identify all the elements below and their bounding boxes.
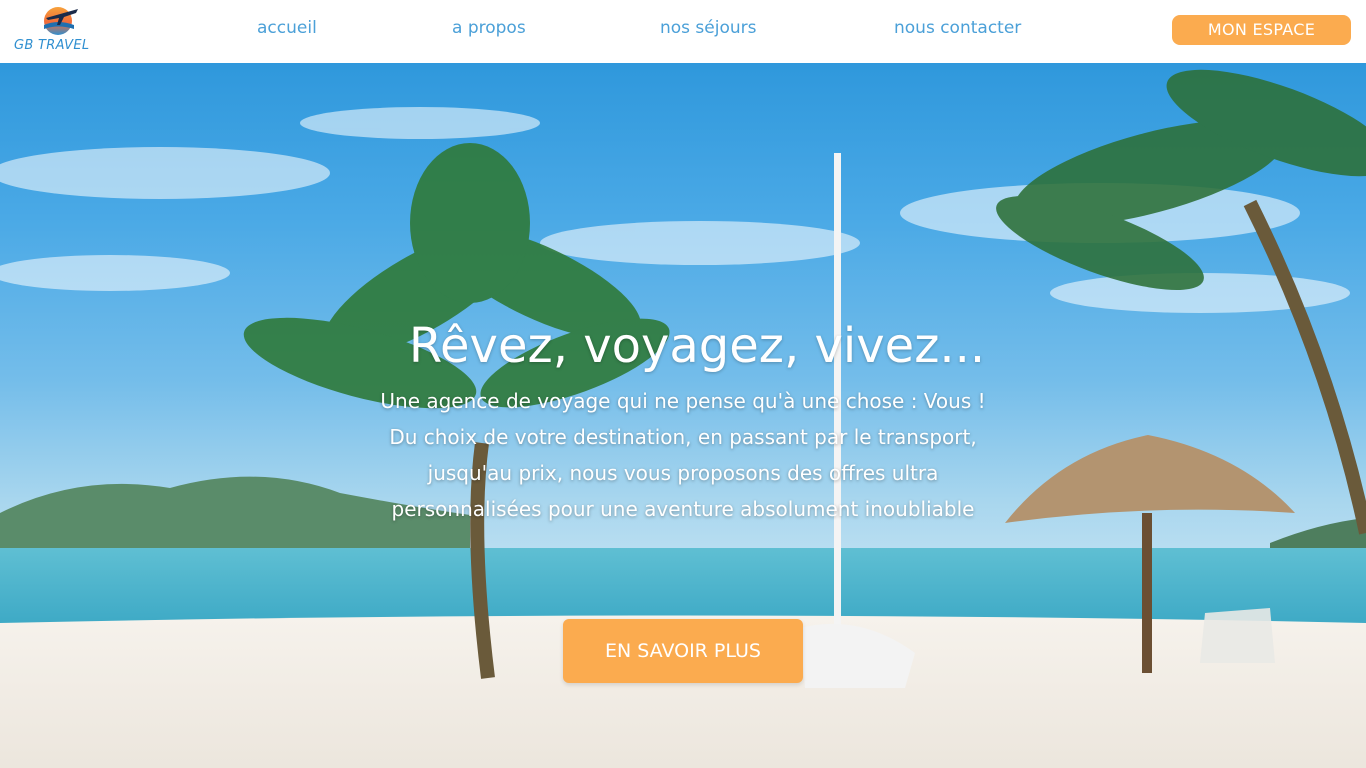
hero-description: Une agence de voyage qui ne pense qu'à u… xyxy=(343,383,1023,527)
hero-paragraph: Du choix de votre destination, en passan… xyxy=(389,425,977,521)
hero-content: Rêvez, voyagez, vivez... Une agence de v… xyxy=(343,315,1023,527)
site-header: GB TRAVEL accueil a propos nos séjours n… xyxy=(0,0,1366,63)
brand-name: GB TRAVEL xyxy=(14,38,90,53)
hero-title: Rêvez, voyagez, vivez... xyxy=(408,318,986,374)
plane-sunset-icon xyxy=(44,7,78,35)
nav-link-a-propos[interactable]: a propos xyxy=(452,18,526,38)
nav-link-nous-contacter[interactable]: nous contacter xyxy=(894,18,1021,38)
hero-section: Rêvez, voyagez, vivez... Une agence de v… xyxy=(0,63,1366,768)
mon-espace-button[interactable]: MON ESPACE xyxy=(1172,15,1351,45)
nav-link-nos-sejours[interactable]: nos séjours xyxy=(660,18,757,38)
brand-logo[interactable]: GB TRAVEL xyxy=(10,5,105,55)
hero-tagline: Une agence de voyage qui ne pense qu'à u… xyxy=(380,389,986,413)
en-savoir-plus-button[interactable]: EN SAVOIR PLUS xyxy=(563,619,803,683)
nav-link-accueil[interactable]: accueil xyxy=(257,18,317,38)
